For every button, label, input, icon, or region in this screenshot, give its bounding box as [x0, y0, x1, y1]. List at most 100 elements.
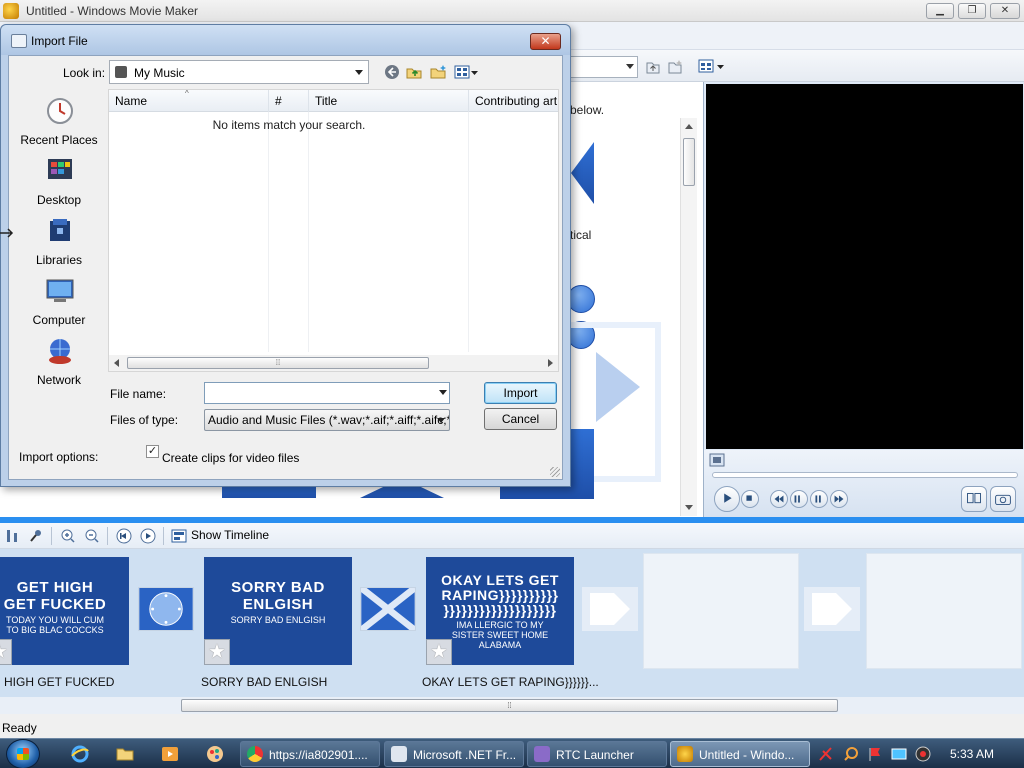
back-icon[interactable] — [384, 64, 400, 80]
new-folder-icon[interactable] — [666, 58, 684, 76]
place-computer[interactable]: Computer — [13, 276, 105, 336]
cancel-button[interactable]: Cancel — [484, 408, 557, 430]
import-file-dialog: Import File ✕ Look in: My Music Recent P… — [0, 24, 571, 487]
clip-subtitle: TODAY YOU WILL CUM TO BIG BLAC COCCKS — [5, 615, 105, 635]
video-effects-star-icon[interactable]: ★ — [0, 639, 12, 665]
up-folder-icon[interactable] — [644, 58, 662, 76]
set-audio-levels-icon[interactable] — [4, 528, 20, 544]
file-name-input[interactable] — [204, 382, 450, 404]
taskbar-button-rtc[interactable]: RTC Launcher — [527, 741, 667, 767]
view-menu-icon[interactable] — [454, 64, 470, 80]
timeline-icon[interactable] — [171, 528, 187, 544]
transition-slot-empty[interactable] — [582, 587, 638, 631]
task-pane-scrollbar[interactable] — [680, 118, 697, 516]
paint-icon[interactable] — [205, 744, 225, 764]
empty-clip-slot[interactable] — [643, 553, 799, 669]
media-player-icon[interactable] — [160, 744, 180, 764]
place-network[interactable]: Network — [13, 336, 105, 396]
tray-search-icon[interactable] — [843, 746, 859, 762]
step-back-button[interactable] — [790, 490, 808, 508]
place-libraries[interactable]: Libraries — [13, 216, 105, 276]
seek-bar[interactable] — [712, 472, 1018, 478]
create-clips-checkbox[interactable]: ✓ — [146, 445, 159, 458]
status-text: Ready — [2, 721, 37, 735]
zoom-in-icon[interactable] — [60, 528, 76, 544]
task-button-top[interactable] — [567, 285, 595, 313]
files-of-type-select[interactable]: Audio and Music Files (*.wav;*.aif;*.aif… — [204, 409, 450, 431]
taskbar-button-moviemaker[interactable]: Untitled - Windo... — [670, 741, 810, 767]
place-desktop[interactable]: Desktop — [13, 156, 105, 216]
file-list[interactable]: Name ^ # Title Contributing art No items… — [108, 89, 559, 372]
play-storyboard-icon[interactable] — [140, 528, 156, 544]
taskbar-button-chrome[interactable]: https://ia802901.... — [240, 741, 380, 767]
tray-display-icon[interactable] — [891, 746, 907, 762]
dialog-title-bar[interactable]: Import File ✕ — [1, 25, 570, 55]
column-header-name[interactable]: Name — [109, 90, 269, 112]
maximize-button[interactable]: ❐ — [958, 3, 986, 19]
rewind-storyboard-icon[interactable] — [116, 528, 132, 544]
scrollbar-thumb[interactable]: ⁞⁞ — [181, 699, 838, 712]
scroll-up-icon[interactable] — [685, 124, 693, 129]
scrollbar-thumb[interactable]: ⁞⁞ — [127, 357, 429, 369]
tray-flag-icon[interactable] — [867, 746, 883, 762]
scroll-left-icon[interactable] — [114, 359, 119, 367]
transition-icon — [139, 588, 193, 630]
camera-icon — [995, 494, 1011, 505]
taskbar-clock[interactable]: 5:33 AM — [950, 747, 994, 761]
column-header-contributing-artists[interactable]: Contributing art — [469, 90, 558, 112]
explorer-folder-icon[interactable] — [115, 744, 135, 764]
snapshot-button[interactable] — [990, 486, 1016, 512]
views-dropdown-icon[interactable] — [716, 57, 726, 75]
dialog-close-button[interactable]: ✕ — [530, 33, 561, 50]
file-list-scrollbar[interactable]: ⁞⁞ — [109, 355, 558, 371]
split-button[interactable] — [961, 486, 987, 512]
close-window-button[interactable]: ✕ — [990, 3, 1020, 19]
video-effects-star-icon[interactable]: ★ — [426, 639, 452, 665]
transition-slot[interactable] — [359, 585, 417, 633]
view-dropdown-icon[interactable] — [470, 64, 480, 80]
fullscreen-icon[interactable] — [709, 453, 725, 467]
views-icon[interactable] — [698, 57, 716, 75]
clip-thumbnail[interactable]: GET HIGH GET FUCKED TODAY YOU WILL CUM T… — [0, 557, 129, 665]
up-one-level-icon[interactable] — [406, 64, 422, 80]
taskbar-button-dotnet[interactable]: Microsoft .NET Fr... — [384, 741, 524, 767]
narrate-icon[interactable] — [28, 528, 44, 544]
tray-tool-icon[interactable] — [818, 746, 834, 762]
chevron-down-icon[interactable] — [439, 390, 447, 395]
libraries-icon — [50, 219, 70, 241]
rewind-icon — [774, 495, 784, 503]
look-in-combo[interactable]: My Music — [109, 60, 369, 84]
scroll-down-icon[interactable] — [685, 505, 693, 510]
moviemaker-app-icon[interactable] — [3, 3, 19, 19]
storyboard-scrollbar[interactable]: ⁞⁞ — [0, 697, 1024, 714]
previous-frame-button[interactable] — [770, 490, 788, 508]
scrollbar-thumb[interactable] — [683, 138, 695, 186]
place-recent-places[interactable]: Recent Places — [13, 96, 105, 156]
create-clips-label[interactable]: Create clips for video files — [162, 451, 299, 465]
transition-slot[interactable] — [138, 587, 194, 631]
next-frame-button[interactable] — [830, 490, 848, 508]
collection-combo[interactable] — [568, 56, 638, 78]
empty-clip-slot[interactable] — [866, 553, 1022, 669]
minimize-button[interactable]: ▁ — [926, 3, 954, 19]
show-timeline-button[interactable]: Show Timeline — [191, 528, 269, 542]
column-header-title[interactable]: Title — [309, 90, 469, 112]
play-button[interactable] — [714, 486, 740, 512]
import-button[interactable]: Import — [484, 382, 557, 404]
scroll-right-icon[interactable] — [548, 359, 553, 367]
create-new-folder-icon[interactable] — [430, 64, 446, 80]
step-forward-button[interactable] — [810, 490, 828, 508]
zoom-out-icon[interactable] — [84, 528, 100, 544]
internet-explorer-icon[interactable] — [70, 744, 90, 764]
clip-label: OKAY LETS GET RAPING}}}}}}... — [422, 675, 599, 689]
stop-button[interactable] — [741, 490, 759, 508]
storyboard-toolbar: Show Timeline — [0, 523, 1024, 549]
video-effects-star-icon[interactable]: ★ — [204, 639, 230, 665]
dialog-title: Import File — [31, 34, 88, 48]
column-header-number[interactable]: # — [269, 90, 309, 112]
tray-volume-icon[interactable] — [915, 746, 931, 762]
step-back-icon — [794, 495, 800, 503]
resize-grip[interactable] — [550, 467, 560, 477]
transition-slot-empty[interactable] — [804, 587, 860, 631]
start-button[interactable] — [6, 739, 40, 768]
